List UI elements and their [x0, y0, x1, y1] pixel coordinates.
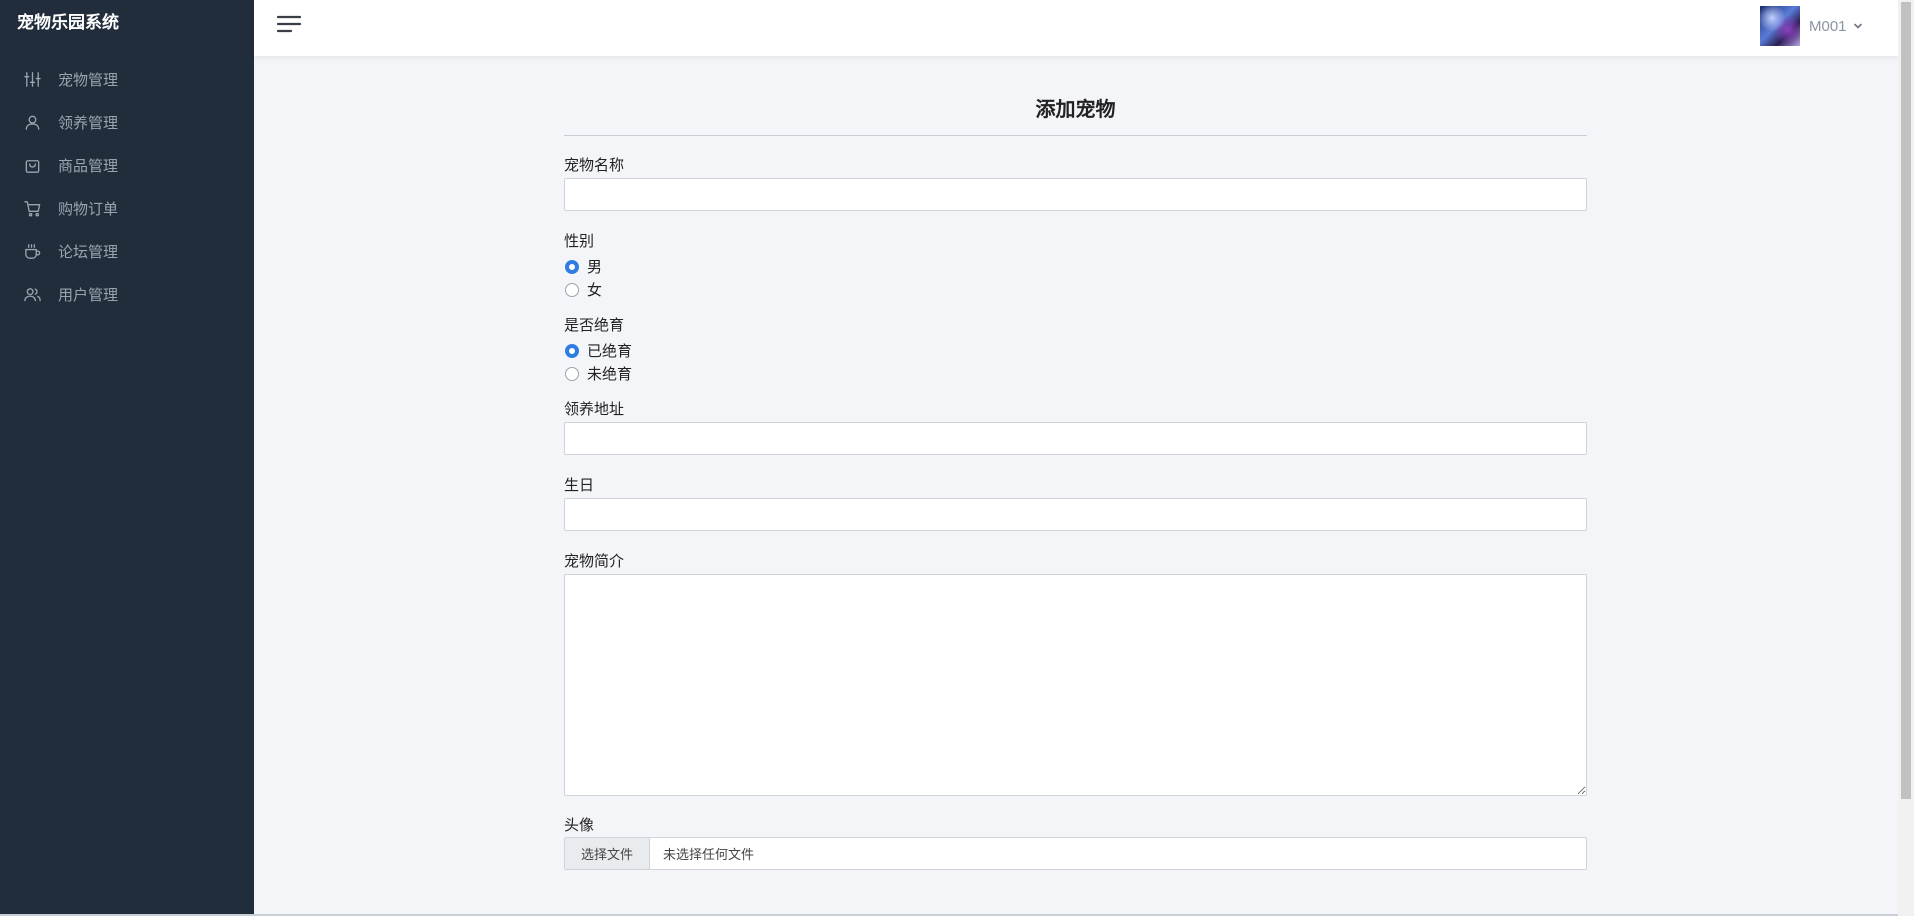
radio-button-checked[interactable]	[565, 343, 579, 358]
sidebar-item-label: 论坛管理	[58, 243, 119, 261]
sidebar-item-label: 领养管理	[58, 114, 119, 132]
pet-name-label: 宠物名称	[564, 156, 625, 174]
radio-button[interactable]	[565, 366, 579, 381]
cart-icon	[24, 201, 41, 217]
vertical-scrollbar[interactable]	[1898, 0, 1914, 916]
radio-label: 未绝育	[587, 365, 633, 383]
birthday-input[interactable]	[564, 498, 1587, 531]
top-header: M001	[254, 0, 1898, 56]
intro-label: 宠物简介	[564, 552, 625, 570]
hamburger-menu-icon[interactable]	[276, 14, 302, 36]
avatar-label: 头像	[564, 816, 595, 834]
sidebar-item-label: 宠物管理	[58, 71, 119, 89]
adoption-address-input[interactable]	[564, 422, 1587, 455]
sidebar-item-label: 商品管理	[58, 157, 119, 175]
gender-option-male[interactable]: 男	[564, 255, 1587, 278]
users-icon	[24, 288, 41, 302]
radio-button-checked[interactable]	[565, 259, 579, 274]
sliders-icon	[24, 72, 41, 87]
neutered-option-no[interactable]: 未绝育	[564, 362, 1587, 385]
chevron-down-icon	[1853, 23, 1862, 29]
sidebar-item-adoption-management[interactable]: 领养管理	[0, 101, 254, 144]
address-label: 领养地址	[564, 400, 625, 418]
radio-label: 男	[587, 258, 603, 276]
add-pet-form: 添加宠物 宠物名称 性别 男 女 是否绝育 已绝育 未绝育 领养地址 生日 宠物…	[564, 96, 1587, 870]
username: M001	[1809, 17, 1847, 35]
pet-intro-textarea[interactable]	[564, 574, 1587, 796]
neutered-radio-group: 已绝育 未绝育	[564, 339, 1587, 385]
sidebar-item-forum-management[interactable]: 论坛管理	[0, 230, 254, 273]
choose-file-button[interactable]: 选择文件	[565, 838, 650, 869]
sidebar-item-label: 用户管理	[58, 286, 119, 304]
sidebar: 宠物乐园系统 宠物管理 领养管理 商品管理 购物订单 论坛管理 用户管理	[0, 0, 254, 916]
neutered-option-yes[interactable]: 已绝育	[564, 339, 1587, 362]
user-menu[interactable]: M001	[1760, 5, 1863, 47]
avatar	[1760, 6, 1800, 46]
radio-label: 女	[587, 281, 603, 299]
sidebar-item-shopping-orders[interactable]: 购物订单	[0, 187, 254, 230]
gender-radio-group: 男 女	[564, 255, 1587, 301]
shopping-bag-icon	[25, 160, 40, 173]
pet-name-input[interactable]	[564, 178, 1587, 211]
birthday-label: 生日	[564, 476, 595, 494]
person-icon	[25, 115, 40, 130]
radio-button[interactable]	[565, 282, 579, 297]
file-status-text: 未选择任何文件	[663, 848, 755, 863]
cup-icon	[25, 244, 41, 259]
neutered-label: 是否绝育	[564, 316, 625, 334]
scrollbar-thumb[interactable]	[1901, 2, 1911, 799]
sidebar-item-product-management[interactable]: 商品管理	[0, 144, 254, 187]
radio-label: 已绝育	[587, 342, 633, 360]
sidebar-item-user-management[interactable]: 用户管理	[0, 273, 254, 316]
title-divider	[564, 135, 1587, 136]
sidebar-item-label: 购物订单	[58, 200, 119, 218]
app-title: 宠物乐园系统	[17, 13, 119, 33]
gender-option-female[interactable]: 女	[564, 278, 1587, 301]
page-title: 添加宠物	[1035, 97, 1116, 121]
gender-label: 性别	[564, 232, 595, 250]
avatar-file-input[interactable]: 选择文件 未选择任何文件	[564, 837, 1587, 870]
sidebar-item-pet-management[interactable]: 宠物管理	[0, 58, 254, 101]
